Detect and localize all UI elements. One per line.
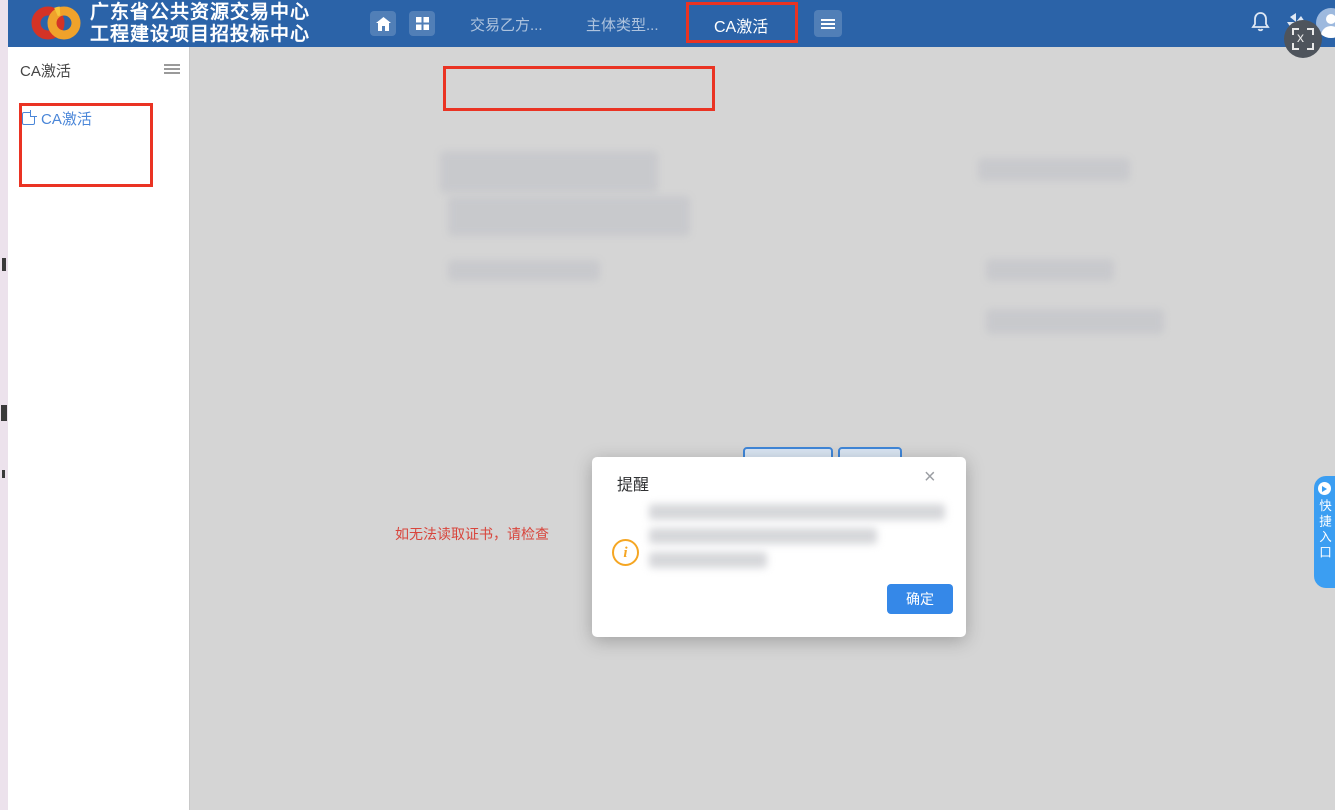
nav-tab-subject-type[interactable]: 主体类型... [586,14,659,35]
sidebar-title: CA激活 [20,60,71,81]
nav-tab-ca-activation[interactable]: CA激活 [714,13,768,37]
redacted-user-name-value [448,196,690,236]
notifications-bell-icon[interactable] [1251,12,1270,32]
site-title: 广东省公共资源交易中心 工程建设项目招投标中心 [90,2,310,45]
quick-entry-tab[interactable]: 快捷入口 [1314,476,1335,588]
sidebar-item-ca-activation[interactable]: CA激活 [22,108,92,129]
left-edge-strip [0,0,8,810]
top-header: 广东省公共资源交易中心 工程建设项目招投标中心 交易乙方... 主体类型... … [8,0,1335,47]
nav-tab-trade-party[interactable]: 交易乙方... [470,14,543,35]
main-content [190,47,1335,810]
grid-icon [416,17,429,30]
dialog-close-icon[interactable]: × [924,467,936,487]
screenshot-extension-button[interactable]: x [1284,20,1322,58]
avatar-person-icon [1326,14,1335,24]
redacted-dialog-text-line3 [649,552,767,568]
redacted-dialog-text-line1 [649,504,945,520]
sidebar-collapse-icon[interactable] [164,64,180,74]
confirm-button[interactable]: 确定 [887,584,953,614]
quick-entry-label: 快捷入口 [1315,499,1334,561]
redacted-email-value [986,309,1164,334]
redacted-office-phone-value [986,259,1114,281]
apps-grid-button[interactable] [409,11,435,36]
home-button[interactable] [370,11,396,36]
dialog-title: 提醒 [617,471,649,495]
app-screen: 广东省公共资源交易中心 工程建设项目招投标中心 交易乙方... 主体类型... … [0,0,1335,810]
info-icon: i [612,539,639,566]
cert-read-helper-text: 如无法读取证书，请检查 [395,524,549,544]
certificate-badge-icon [22,112,35,125]
redacted-unit-name-value [440,151,658,193]
quick-entry-arrow-icon [1318,482,1331,495]
sidebar-item-label: CA激活 [41,108,92,129]
redacted-credit-code-value [978,158,1130,181]
redacted-dialog-text-line2 [649,528,877,544]
sidebar: CA激活 CA激活 [8,47,190,810]
home-icon [376,17,391,31]
hamburger-icon [821,19,835,29]
redacted-mobile-value [448,260,600,281]
reminder-dialog: 提醒 × i 确定 [592,457,966,637]
org-logo-icon [26,2,82,45]
nav-menu-button[interactable] [814,10,842,37]
